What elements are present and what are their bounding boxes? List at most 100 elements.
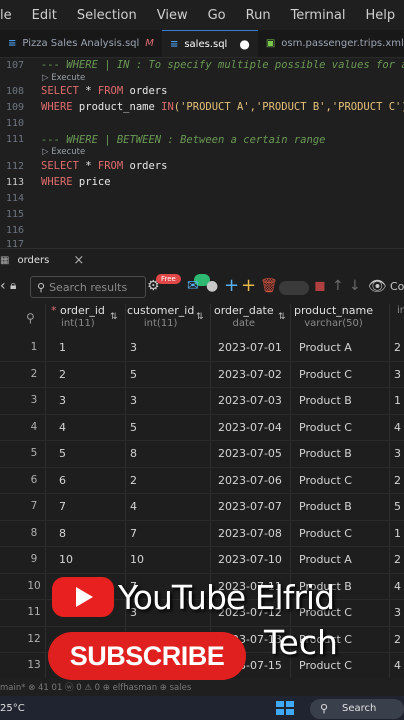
table-cell[interactable]: 6 <box>59 474 66 487</box>
table-cell[interactable]: 4 <box>394 421 401 434</box>
close-icon[interactable]: × <box>73 253 84 268</box>
table-cell[interactable]: 2 <box>130 474 137 487</box>
sort-icon[interactable]: ⇅ <box>196 312 204 322</box>
stop-icon[interactable]: ◼ <box>314 278 326 294</box>
menu-go[interactable]: Go <box>198 8 236 23</box>
add-row-icon[interactable]: + <box>224 275 239 296</box>
table-row[interactable]: 7 7 4 2023-07-07 Product B 5 <box>0 494 404 521</box>
table-cell[interactable]: 7 <box>130 527 137 540</box>
table-cell[interactable]: 5 <box>130 368 137 381</box>
table-cell[interactable]: 3 <box>59 394 66 407</box>
arrow-up-icon[interactable]: ↑ <box>332 278 344 294</box>
taskbar-search[interactable]: ⚲ Search <box>310 699 404 719</box>
table-cell[interactable]: 3 <box>394 606 401 619</box>
table-row[interactable]: 1 1 3 2023-07-01 Product A 2 <box>0 335 404 362</box>
table-cell[interactable]: 2 <box>394 553 401 566</box>
column-header-customer-id[interactable]: customer_id int(11) <box>127 304 194 334</box>
unsaved-dot-icon[interactable]: ● <box>239 37 249 51</box>
table-cell[interactable]: Product C <box>299 474 352 487</box>
table-cell[interactable]: 2023-07-02 <box>218 368 282 381</box>
menu-run[interactable]: Run <box>236 8 281 23</box>
table-cell[interactable]: 7 <box>59 500 66 513</box>
table-row[interactable]: 5 5 8 2023-07-05 Product B 3 <box>0 441 404 468</box>
table-cell[interactable]: 5 <box>59 447 66 460</box>
table-cell[interactable]: 3 <box>394 368 401 381</box>
columns-label[interactable]: Co <box>390 280 404 293</box>
table-cell[interactable]: 5 <box>394 500 401 513</box>
row-number[interactable]: 4 <box>14 421 54 433</box>
row-number[interactable]: 6 <box>14 474 54 486</box>
table-cell[interactable]: 8 <box>59 527 66 540</box>
table-row[interactable]: 2 2 5 2023-07-02 Product C 3 <box>0 362 404 388</box>
column-header-next[interactable]: ir <box>397 304 404 334</box>
weather-temperature[interactable]: 25°C <box>0 703 25 714</box>
table-cell[interactable]: Product A <box>299 341 352 354</box>
mail-icon[interactable]: ✉ <box>187 278 199 294</box>
search-icon[interactable]: ⚲ <box>26 311 35 325</box>
table-cell[interactable]: 2 <box>394 474 401 487</box>
table-cell[interactable]: 2 <box>394 633 401 646</box>
table-cell[interactable]: 4 <box>394 580 401 593</box>
menu-selection[interactable]: Selection <box>67 8 147 23</box>
row-number[interactable]: 8 <box>14 527 54 539</box>
column-header-product-name[interactable]: product_name varchar(50) <box>294 304 373 334</box>
toggle-switch[interactable] <box>279 281 309 295</box>
row-number[interactable]: 3 <box>14 394 54 406</box>
lock-icon[interactable]: 🔒︎ <box>10 278 16 293</box>
table-cell[interactable]: 2 <box>59 368 66 381</box>
table-cell[interactable]: 3 <box>130 394 137 407</box>
row-number[interactable]: 7 <box>14 500 54 512</box>
table-row[interactable]: 8 8 7 2023-07-08 Product C 1 <box>0 521 404 547</box>
table-cell[interactable]: 2023-07-08 <box>218 527 282 540</box>
tab-orders[interactable]: orders <box>17 255 49 266</box>
table-row[interactable]: 6 6 2 2023-07-06 Product C 2 <box>0 468 404 494</box>
sort-icon[interactable]: ⇅ <box>278 312 286 322</box>
chevron-left-icon[interactable]: ‹ <box>0 278 6 294</box>
table-cell[interactable]: 10 <box>130 553 144 566</box>
column-header-order-date[interactable]: order_date date <box>214 304 274 334</box>
table-cell[interactable]: 2023-07-05 <box>218 447 282 460</box>
arrow-down-icon[interactable]: ↓ <box>349 278 361 294</box>
menu-help[interactable]: Help <box>356 8 404 23</box>
table-row[interactable]: 4 4 5 2023-07-04 Product C4 <box>0 415 404 441</box>
table-cell[interactable]: 10 <box>59 553 73 566</box>
table-cell[interactable]: 2023-07-06 <box>218 474 282 487</box>
table-cell[interactable]: 4 <box>130 500 137 513</box>
table-cell[interactable]: 2023-07-01 <box>218 341 282 354</box>
eye-icon[interactable]: 👁︎ <box>368 277 387 295</box>
menu-terminal[interactable]: Terminal <box>281 8 356 23</box>
tab-sales-sql[interactable]: ≡ sales.sql ● <box>161 30 258 57</box>
table-cell[interactable]: Product C <box>299 421 352 434</box>
menu-view[interactable]: View <box>147 8 198 23</box>
menu-edit[interactable]: Edit <box>22 8 67 23</box>
table-cell[interactable]: 2023-07-07 <box>218 500 282 513</box>
search-input[interactable]: ⚲ Search results <box>30 276 146 298</box>
row-number[interactable]: 10 <box>14 580 54 592</box>
subscribe-button[interactable]: SUBSCRIBE <box>48 632 246 680</box>
windows-start-icon[interactable] <box>274 700 296 716</box>
table-row[interactable]: 9 10 10 2023-07-10 Product A 2 <box>0 547 404 574</box>
row-number[interactable]: 9 <box>14 553 54 565</box>
table-cell[interactable]: Product C <box>299 527 352 540</box>
code-editor[interactable]: 107 --- WHERE | IN : To specify multiple… <box>0 58 404 250</box>
table-row[interactable]: 3 3 3 2023-07-03 Product B1 <box>0 388 404 415</box>
add-icon[interactable]: + <box>241 275 256 296</box>
table-cell[interactable]: Product B <box>299 394 352 407</box>
table-cell[interactable]: 3 <box>394 447 401 460</box>
table-cell[interactable]: 3 <box>130 341 137 354</box>
row-number[interactable]: 11 <box>14 606 54 618</box>
table-cell[interactable]: Product C <box>299 368 352 381</box>
tab-osm-passenger[interactable]: ▣ osm.passenger.trips.xml <box>258 30 404 57</box>
row-number[interactable]: 12 <box>14 633 54 645</box>
table-cell[interactable]: 2023-07-10 <box>218 553 282 566</box>
menu-file[interactable]: le <box>0 8 22 23</box>
github-icon[interactable]: ● <box>206 278 218 294</box>
table-cell[interactable]: 1 <box>59 341 66 354</box>
table-cell[interactable]: Product B <box>299 447 352 460</box>
table-cell[interactable]: 2023-07-04 <box>218 421 282 434</box>
row-number[interactable]: 1 <box>14 341 54 353</box>
tab-pizza-sales[interactable]: ≡ Pizza Sales Analysis.sql M <box>0 30 162 57</box>
table-cell[interactable]: Product B <box>299 500 352 513</box>
row-number[interactable]: 2 <box>14 368 54 380</box>
table-cell[interactable]: 5 <box>130 421 137 434</box>
